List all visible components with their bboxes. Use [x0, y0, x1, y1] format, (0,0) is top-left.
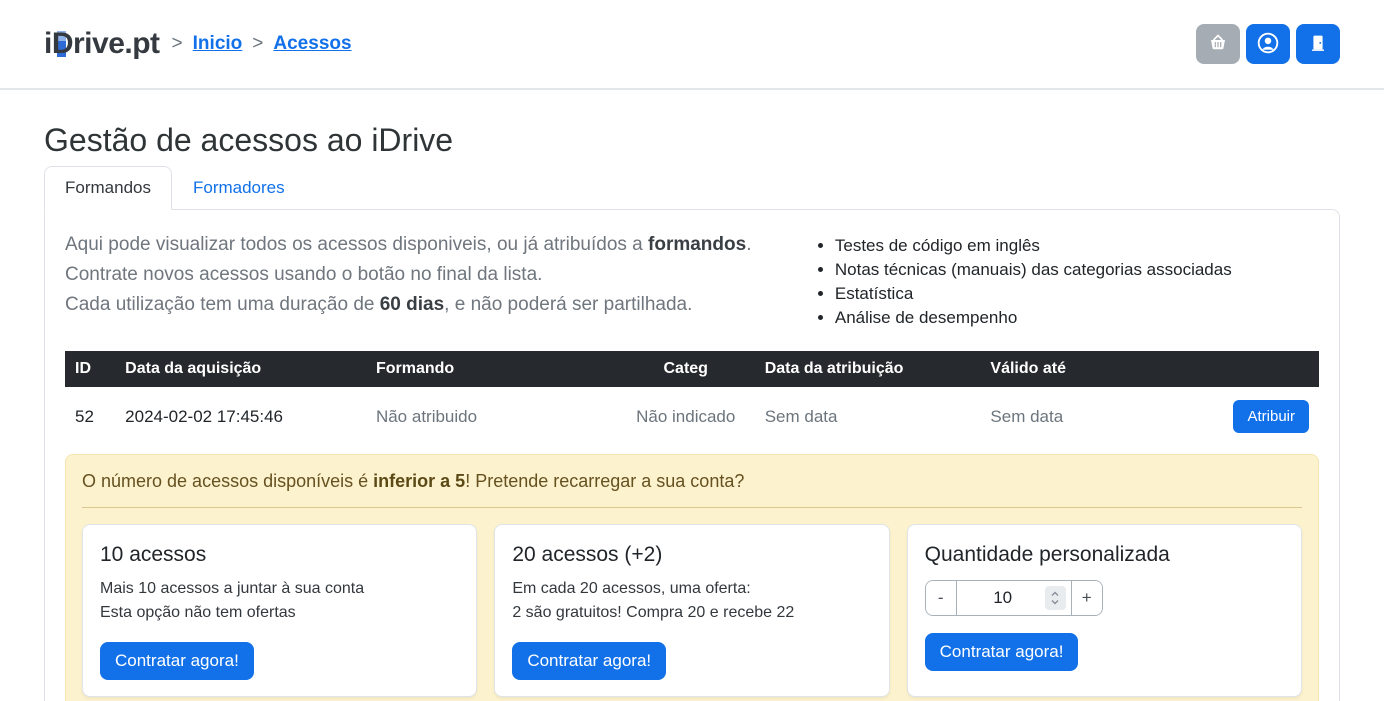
col-header-atribuicao: Data da atribuição — [755, 351, 981, 387]
col-header-action — [1181, 351, 1319, 387]
account-button[interactable] — [1246, 24, 1290, 64]
offer-title: Quantidade personalizada — [925, 543, 1284, 567]
feature-item: Testes de código em inglês — [835, 234, 1319, 258]
col-header-categ: Categ — [617, 351, 755, 387]
basket-icon — [1206, 31, 1230, 58]
logo: iDrive.pt — [44, 29, 160, 59]
col-header-id: ID — [65, 351, 115, 387]
cell-atribuicao: Sem data — [755, 387, 981, 446]
table-row: 52 2024-02-02 17:45:46 Não atribuido Não… — [65, 387, 1319, 446]
quantity-input[interactable]: 10 — [957, 581, 1071, 615]
breadcrumb-link-acessos[interactable]: Acessos — [273, 33, 351, 55]
formandos-panel: Aqui pode visualizar todos os acessos di… — [44, 209, 1340, 701]
header-actions — [1196, 24, 1340, 64]
breadcrumb-separator: > — [252, 33, 263, 55]
offer-title: 20 acessos (+2) — [512, 543, 871, 567]
offer-card-20: 20 acessos (+2) Em cada 20 acessos, uma … — [494, 524, 889, 697]
cell-categ: Não indicado — [617, 387, 755, 446]
cell-id: 52 — [65, 387, 115, 446]
quantity-value: 10 — [993, 588, 1012, 608]
tab-bar: Formandos Formadores — [44, 166, 1340, 210]
logout-button[interactable] — [1296, 24, 1340, 64]
breadcrumb-separator: > — [172, 33, 183, 55]
intro-row: Aqui pode visualizar todos os acessos di… — [65, 230, 1319, 330]
cart-button[interactable] — [1196, 24, 1240, 64]
cell-formando: Não atribuido — [366, 387, 617, 446]
page-title: Gestão de acessos ao iDrive — [44, 122, 1340, 159]
feature-item: Análise de desempenho — [835, 306, 1319, 330]
quantity-stepper: - 10 + — [925, 580, 1103, 616]
contratar-button-10[interactable]: Contratar agora! — [100, 642, 254, 680]
account-circle-icon — [1255, 30, 1281, 59]
door-logout-icon — [1307, 32, 1329, 57]
offer-title: 10 acessos — [100, 543, 459, 567]
quantity-plus-button[interactable]: + — [1071, 581, 1102, 615]
features-list: Testes de código em inglês Notas técnica… — [805, 230, 1319, 330]
main-content: Gestão de acessos ao iDrive Formandos Fo… — [0, 122, 1384, 701]
number-spinner-icon[interactable] — [1045, 586, 1066, 610]
breadcrumb-link-inicio[interactable]: Inicio — [193, 33, 243, 55]
offers-row: 10 acessos Mais 10 acessos a juntar à su… — [82, 524, 1302, 697]
contratar-button-20[interactable]: Contratar agora! — [512, 642, 666, 680]
offer-description: Mais 10 acessos a juntar à sua conta Est… — [100, 577, 459, 625]
col-header-aquisicao: Data da aquisição — [115, 351, 366, 387]
col-header-formando: Formando — [366, 351, 617, 387]
offer-card-custom: Quantidade personalizada - 10 — [907, 524, 1302, 697]
alert-message: O número de acessos disponíveis é inferi… — [82, 471, 1302, 492]
intro-text: Aqui pode visualizar todos os acessos di… — [65, 230, 805, 330]
cell-valido: Sem data — [980, 387, 1181, 446]
recharge-alert: O número de acessos disponíveis é inferi… — [65, 454, 1319, 701]
offer-card-10: 10 acessos Mais 10 acessos a juntar à su… — [82, 524, 477, 697]
feature-item: Estatística — [835, 282, 1319, 306]
tab-formadores[interactable]: Formadores — [172, 166, 306, 210]
top-header: iDrive.pt > Inicio > Acessos — [0, 0, 1384, 90]
atribuir-button[interactable]: Atribuir — [1233, 400, 1309, 433]
col-header-valido: Válido até — [980, 351, 1181, 387]
breadcrumb: > Inicio > Acessos — [172, 33, 352, 55]
quantity-minus-button[interactable]: - — [926, 581, 957, 615]
offer-description: Em cada 20 acessos, uma oferta: 2 são gr… — [512, 577, 871, 625]
accesses-table: ID Data da aquisição Formando Categ Data… — [65, 351, 1319, 446]
feature-item: Notas técnicas (manuais) das categorias … — [835, 258, 1319, 282]
alert-divider — [82, 507, 1302, 508]
contratar-button-custom[interactable]: Contratar agora! — [925, 633, 1079, 671]
table-header-row: ID Data da aquisição Formando Categ Data… — [65, 351, 1319, 387]
tab-formandos[interactable]: Formandos — [44, 166, 172, 210]
cell-aquisicao: 2024-02-02 17:45:46 — [115, 387, 366, 446]
